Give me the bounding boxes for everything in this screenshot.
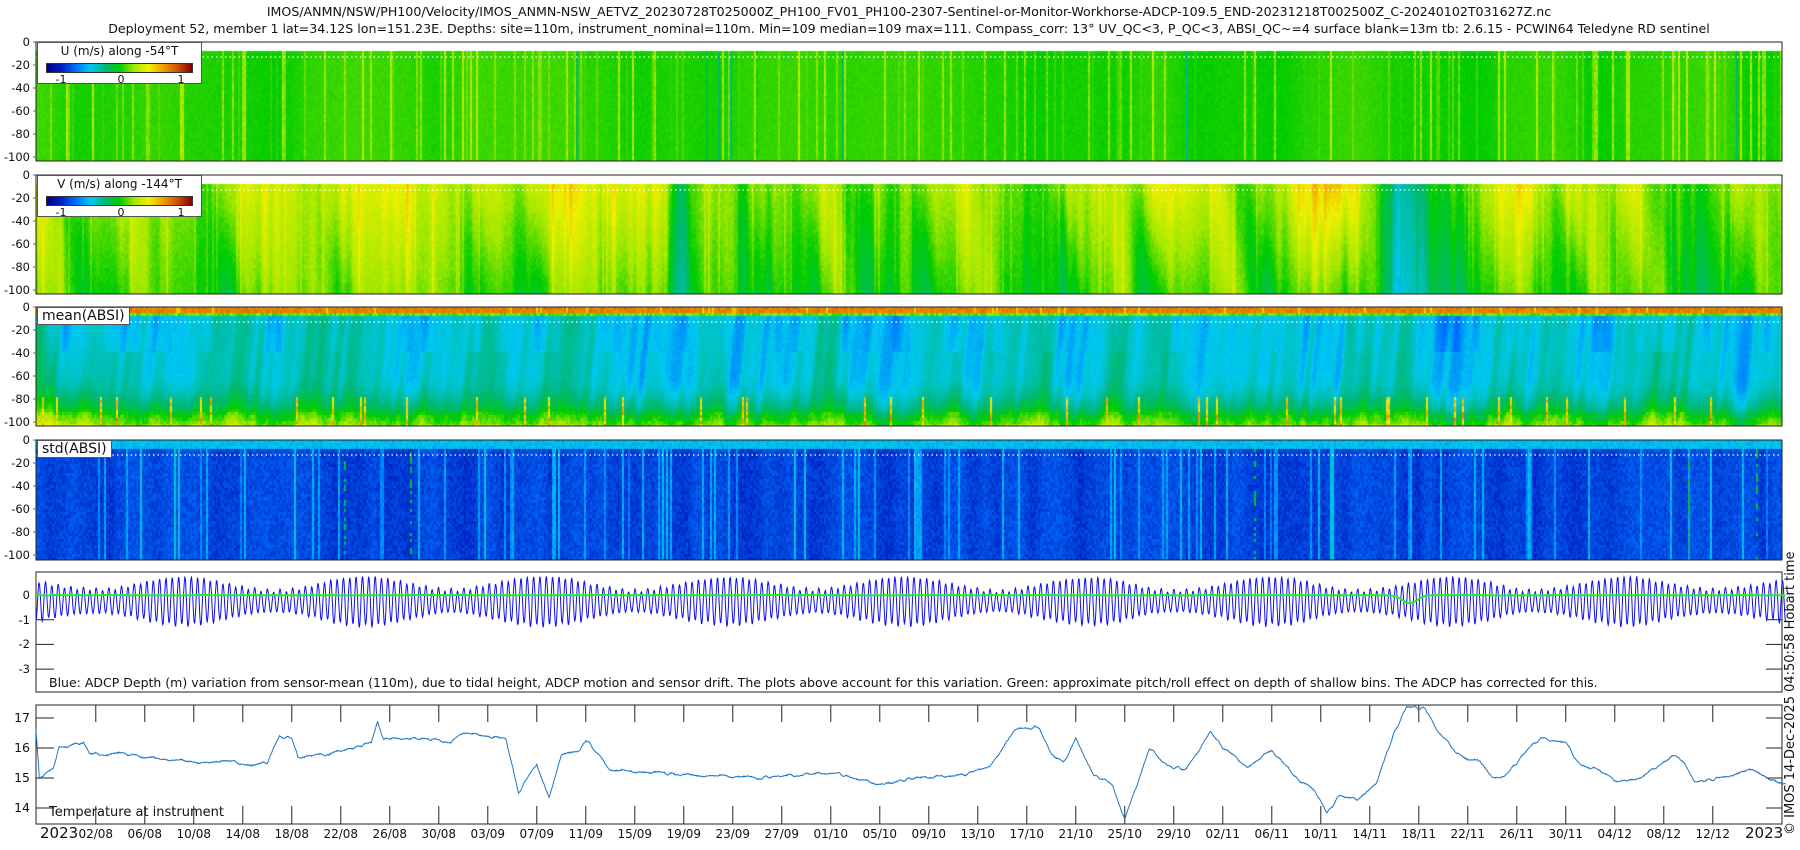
v-colorbar [46, 196, 193, 206]
depth-tick-label: 0 [22, 168, 30, 182]
u-colorbar [46, 63, 193, 73]
depth-variation-tick-label: 0 [22, 588, 30, 602]
heatmap-frame [35, 174, 1783, 295]
temperature-tick-label: 17 [14, 710, 30, 725]
temperature-line [35, 705, 1786, 820]
temp-panel-caption: Temperature at instrument [49, 805, 224, 820]
u-colorbar-tick: 0 [117, 73, 125, 86]
depth-tick-label: -60 [11, 369, 30, 383]
depth-panel-caption: Blue: ADCP Depth (m) variation from sens… [49, 675, 1598, 690]
depth-tick-label: -20 [11, 58, 30, 72]
depth-tick-label: -20 [11, 323, 30, 337]
x-end-year: 2023 [1745, 824, 1784, 842]
depth-variation-line [35, 575, 1787, 629]
depth-tick-label: -100 [3, 283, 30, 297]
depth-tick-label: -80 [11, 392, 30, 406]
heatmap-frame [35, 439, 1783, 561]
depth-tick-label: -40 [11, 214, 30, 228]
u-colorbar-tick: -1 [55, 73, 67, 86]
temperature-tick-label: 15 [14, 770, 30, 785]
copyright-timestamp: © IMOS 14-Dec-2025 04:50:58 Hobart time [1783, 551, 1798, 835]
depth-tick-label: 0 [22, 300, 30, 314]
depth-tick-label: 0 [22, 433, 30, 447]
v-colorbar-tick: 0 [117, 206, 125, 219]
temperature-tick-label: 14 [14, 800, 30, 815]
depth-tick-label: -20 [11, 456, 30, 470]
depth-tick-label: -40 [11, 346, 30, 360]
depth-tick-label: -40 [11, 479, 30, 493]
depth-tick-label: -60 [11, 104, 30, 118]
depth-tick-label: -100 [3, 415, 30, 429]
u-legend-title: U (m/s) along -54°T [60, 44, 179, 58]
depth-tick-label: 0 [22, 35, 30, 49]
depth-tick-label: -100 [3, 150, 30, 164]
v-colorbar-legend: V (m/s) along -144°T -1 0 1 [37, 175, 202, 219]
depth-variation-tick-label: -3 [18, 662, 30, 677]
pitch-roll-line [36, 593, 1786, 605]
depth-tick-label: -40 [11, 81, 30, 95]
u-colorbar-tick: 1 [177, 73, 185, 86]
depth-tick-label: -100 [3, 548, 30, 562]
plot-axes-overlay [33, 41, 1787, 825]
date-tick-label: 12/12 [1695, 827, 1731, 841]
v-legend-title: V (m/s) along -144°T [57, 177, 182, 191]
mean-absi-label: mean(ABSI) [37, 307, 130, 325]
v-colorbar-tick: 1 [177, 206, 185, 219]
depth-tick-label: -20 [11, 191, 30, 205]
temp-panel-frame [35, 704, 1783, 825]
heatmap-frame [35, 41, 1783, 162]
std-absi-label: std(ABSI) [37, 440, 112, 458]
depth-variation-tick-label: -1 [18, 612, 30, 627]
heatmap-frame [35, 306, 1783, 427]
depth-tick-label: -80 [11, 127, 30, 141]
depth-variation-tick-label: -2 [18, 637, 30, 652]
x-start-year: 2023 [40, 824, 79, 842]
v-colorbar-tick: -1 [55, 206, 67, 219]
depth-tick-label: -60 [11, 502, 30, 516]
u-colorbar-legend: U (m/s) along -54°T -1 0 1 [37, 42, 202, 86]
depth-tick-label: -80 [11, 260, 30, 274]
temperature-tick-label: 16 [14, 740, 30, 755]
depth-tick-label: -80 [11, 525, 30, 539]
depth-tick-label: -60 [11, 237, 30, 251]
